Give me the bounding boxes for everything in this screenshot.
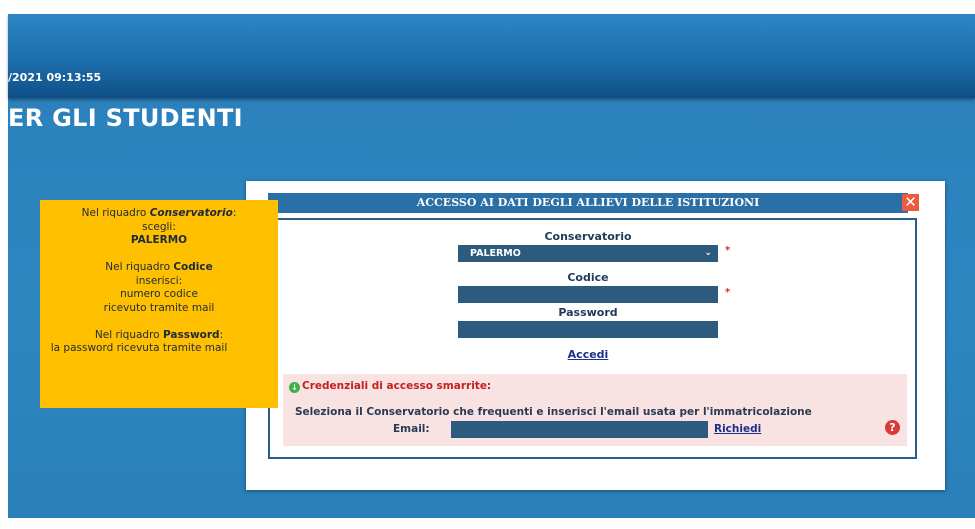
- conservatorio-select[interactable]: PALERMO ⌄: [458, 245, 718, 262]
- required-mark: *: [725, 245, 731, 256]
- help-icon[interactable]: ?: [885, 420, 900, 435]
- datetime-label: /2021 09:13:55: [8, 71, 102, 84]
- instruction-note: Nel riquadro Conservatorio: scegli: PALE…: [40, 200, 278, 408]
- note-line-1: Nel riquadro Conservatorio:: [81, 207, 237, 219]
- recovery-box: ↓ Credenziali di accesso smarrite: Selezi…: [283, 374, 907, 446]
- conservatorio-value: PALERMO: [470, 248, 521, 259]
- recovery-title: ↓ Credenziali di accesso smarrite:: [289, 380, 491, 393]
- page-heading: ER GLI STUDENTI: [8, 104, 243, 132]
- conservatorio-label: Conservatorio: [544, 230, 632, 243]
- note-line-3: PALERMO: [130, 234, 188, 246]
- close-icon[interactable]: ✕: [902, 194, 919, 211]
- note-line-2: scegli:: [142, 220, 176, 233]
- codice-label: Codice: [567, 271, 609, 284]
- codice-input[interactable]: [458, 286, 718, 303]
- dialog-title: ACCESSO AI DATI DEGLI ALLIEVI DELLE ISTI…: [268, 193, 908, 213]
- note-line-4: Nel riquadro Codice: [105, 261, 213, 273]
- required-mark: *: [725, 287, 731, 298]
- recovery-description: Seleziona il Conservatorio che frequenti…: [295, 406, 812, 418]
- password-label: Password: [558, 306, 618, 319]
- note-line-6: numero codice: [120, 288, 198, 300]
- email-label: Email:: [393, 423, 430, 435]
- password-input[interactable]: [458, 321, 718, 338]
- arrow-down-icon: ↓: [289, 382, 300, 393]
- note-line-5: inserisci:: [135, 274, 183, 287]
- header-bar: /2021 09:13:55: [8, 14, 975, 98]
- login-link[interactable]: Accedi: [458, 348, 718, 361]
- note-line-9: la password ricevuta tramite mail: [50, 342, 228, 354]
- note-line-7: ricevuto tramite mail: [103, 301, 215, 314]
- note-line-8: Nel riquadro Password:: [94, 328, 224, 341]
- chevron-down-icon: ⌄: [704, 248, 712, 258]
- request-link[interactable]: Richiedi: [714, 423, 761, 435]
- email-input[interactable]: [451, 421, 708, 438]
- login-dialog: ACCESSO AI DATI DEGLI ALLIEVI DELLE ISTI…: [246, 181, 945, 490]
- login-panel: Conservatorio PALERMO ⌄ * Codice * Passw…: [268, 218, 917, 459]
